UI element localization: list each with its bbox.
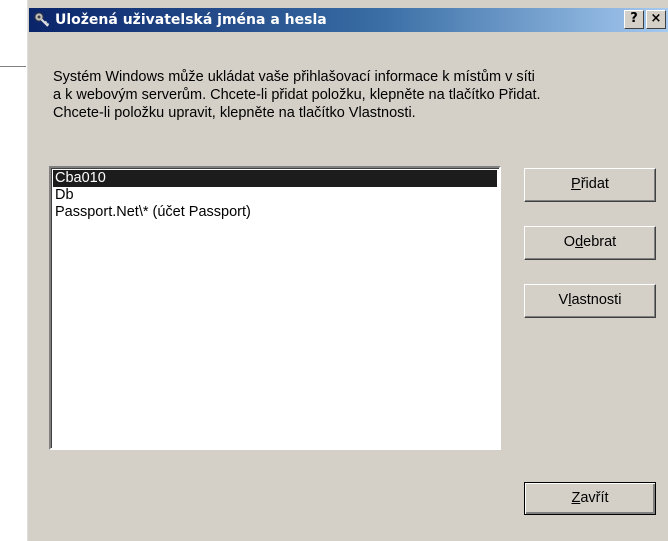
properties-label-after: astnosti xyxy=(571,292,622,308)
key-icon xyxy=(33,11,51,29)
properties-button[interactable]: Vlastnosti xyxy=(524,284,656,318)
remove-label-after: ebrat xyxy=(583,234,617,250)
list-item-db[interactable]: Db xyxy=(53,187,497,204)
description-line: Systém Windows může ukládat vaše přihlaš… xyxy=(53,69,535,85)
list-item-cba010[interactable]: Cba010 xyxy=(53,170,497,187)
close-button[interactable]: Zavřít xyxy=(524,482,656,515)
add-label-after: řidat xyxy=(580,176,609,192)
properties-label-before: V xyxy=(558,292,569,308)
close-window-button[interactable]: × xyxy=(646,10,666,29)
description-text: Systém Windows může ukládat vaše přihlaš… xyxy=(53,68,663,122)
close-accesskey: Z xyxy=(571,490,581,506)
remove-label-before: O xyxy=(563,234,576,250)
close-icon: × xyxy=(650,11,662,26)
add-button[interactable]: Přidat xyxy=(524,168,656,202)
remove-accesskey: d xyxy=(575,234,584,250)
help-button[interactable]: ? xyxy=(624,10,644,29)
description-line: a k webovým serverům. Chcete-li přidat p… xyxy=(53,87,541,103)
close-label-after: avřít xyxy=(580,490,609,506)
list-item-passport[interactable]: Passport.Net\* (účet Passport) xyxy=(53,204,497,221)
remove-button[interactable]: Odebrat xyxy=(524,226,656,260)
stored-credentials-dialog: Uložená uživatelská jména a hesla ? × Sy… xyxy=(26,0,668,541)
description-line: Chcete-li položku upravit, klepněte na t… xyxy=(53,105,416,121)
credentials-listbox[interactable]: Cba010 Db Passport.Net\* (účet Passport) xyxy=(49,166,501,450)
help-icon: ? xyxy=(630,11,638,26)
dialog-title: Uložená uživatelská jména a hesla xyxy=(55,12,327,28)
add-accesskey: P xyxy=(571,176,581,192)
background-divider xyxy=(0,66,26,67)
title-bar[interactable]: Uložená uživatelská jména a hesla ? × xyxy=(29,8,668,32)
